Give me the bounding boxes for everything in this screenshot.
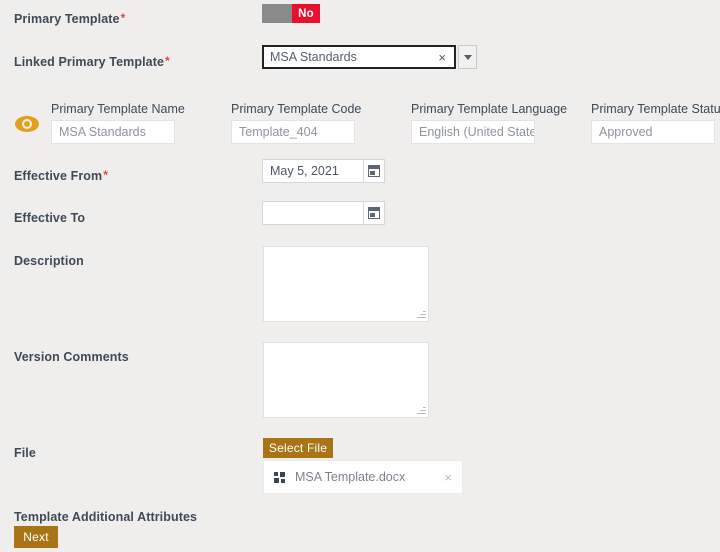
effective-from-label: Effective From* (14, 169, 108, 183)
primary-template-toggle[interactable]: No (262, 4, 320, 23)
required-marker: * (103, 168, 108, 182)
calendar-icon[interactable] (364, 201, 385, 225)
select-file-button[interactable]: Select File (263, 438, 333, 458)
linked-primary-template-input[interactable]: MSA Standards × (262, 45, 456, 69)
clear-icon[interactable]: × (436, 51, 448, 64)
file-label: File (14, 446, 36, 460)
eye-icon[interactable] (15, 116, 39, 132)
remove-file-icon[interactable]: × (444, 471, 452, 484)
calendar-glyph (368, 165, 380, 177)
primary-template-code-input[interactable]: Template_404 (231, 120, 355, 144)
primary-template-form: Primary Template* No Linked Primary Temp… (0, 0, 720, 552)
calendar-icon[interactable] (364, 159, 385, 183)
calendar-glyph (368, 207, 380, 219)
effective-to-label: Effective To (14, 211, 85, 225)
next-button[interactable]: Next (14, 526, 58, 548)
calendar-header-bar (369, 208, 379, 211)
primary-template-label: Primary Template* (14, 12, 125, 26)
template-additional-attributes-label: Template Additional Attributes (14, 510, 197, 524)
toggle-state-label: No (292, 4, 320, 23)
primary-template-language-input[interactable]: English (United States) (411, 120, 535, 144)
primary-template-code-header: Primary Template Code (231, 102, 361, 116)
calendar-day-block (370, 171, 375, 175)
required-marker: * (165, 54, 170, 68)
version-comments-textarea[interactable] (263, 342, 429, 418)
effective-to-input[interactable] (262, 201, 364, 225)
linked-primary-template-label: Linked Primary Template* (14, 55, 170, 69)
resize-handle-icon[interactable] (415, 308, 427, 320)
calendar-header-bar (369, 166, 379, 169)
effective-from-input[interactable]: May 5, 2021 (262, 159, 364, 183)
linked-primary-template-value: MSA Standards (270, 50, 436, 64)
file-list-item[interactable]: MSA Template.docx × (263, 460, 463, 494)
required-marker: * (121, 11, 126, 25)
description-textarea[interactable] (263, 246, 429, 322)
effective-from-datefield[interactable]: May 5, 2021 (262, 159, 385, 183)
eye-pupil-inner (24, 121, 30, 127)
chevron-down-icon[interactable] (458, 45, 477, 69)
toggle-knob (262, 4, 292, 23)
caret-glyph (464, 55, 472, 60)
primary-template-status-header: Primary Template Status (591, 102, 720, 116)
primary-template-status-input[interactable]: Approved (591, 120, 715, 144)
file-grid-icon (274, 472, 286, 483)
description-label: Description (14, 254, 84, 268)
primary-template-name-input[interactable]: MSA Standards (51, 120, 175, 144)
linked-primary-template-combobox[interactable]: MSA Standards × (262, 45, 477, 69)
version-comments-label: Version Comments (14, 350, 129, 364)
effective-to-datefield[interactable] (262, 201, 385, 225)
resize-handle-icon[interactable] (415, 404, 427, 416)
file-name-label: MSA Template.docx (295, 470, 444, 484)
primary-template-language-header: Primary Template Language (411, 102, 567, 116)
calendar-day-block (370, 213, 375, 217)
primary-template-name-header: Primary Template Name (51, 102, 185, 116)
